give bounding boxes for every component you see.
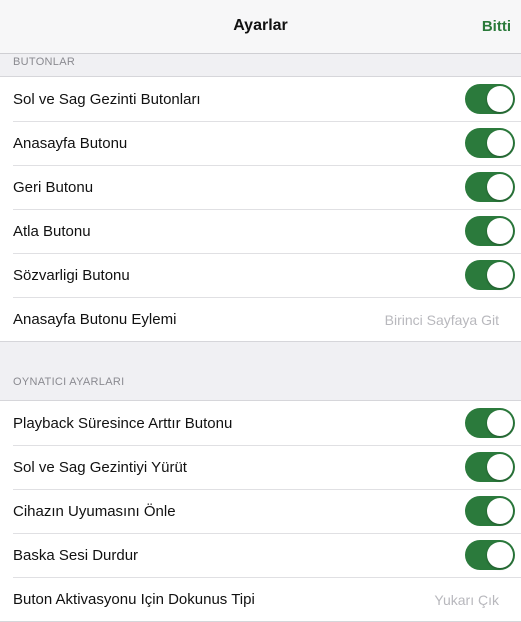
setting-row-back-button: Geri Butonu xyxy=(0,165,521,209)
setting-row-play-navigation: Sol ve Sag Gezintiyi Yürüt xyxy=(0,445,521,489)
home-button-toggle[interactable] xyxy=(465,128,515,158)
toggle-knob xyxy=(487,498,513,524)
toggle-knob xyxy=(487,410,513,436)
setting-label: Atla Butonu xyxy=(13,223,91,240)
done-button[interactable]: Bitti xyxy=(482,18,511,35)
home-action-value: Birinci Sayfaya Git xyxy=(384,312,499,328)
setting-label: Buton Aktivasyonu Için Dokunus Tipi xyxy=(13,591,255,608)
stop-other-audio-toggle[interactable] xyxy=(465,540,515,570)
toggle-knob xyxy=(487,174,513,200)
setting-row-home-button: Anasayfa Butonu xyxy=(0,121,521,165)
setting-label: Geri Butonu xyxy=(13,179,94,196)
back-button-toggle[interactable] xyxy=(465,172,515,202)
setting-label: Sözvarligi Butonu xyxy=(13,267,130,284)
setting-label: Anasayfa Butonu xyxy=(13,135,128,152)
setting-label: Playback Süresince Arttır Butonu xyxy=(13,415,233,432)
toggle-knob xyxy=(487,262,513,288)
toggle-knob xyxy=(487,130,513,156)
setting-row-nav-buttons: Sol ve Sag Gezinti Butonları xyxy=(0,77,521,121)
playback-increase-toggle[interactable] xyxy=(465,408,515,438)
touch-type-value: Yukarı Çık xyxy=(434,592,499,608)
setting-row-stop-other-audio: Baska Sesi Durdur xyxy=(0,533,521,577)
toggle-knob xyxy=(487,454,513,480)
section-header-buttons: BUTONLAR xyxy=(13,56,76,68)
player-settings-group: Playback Süresince Arttır Butonu Sol ve … xyxy=(0,400,521,622)
nav-buttons-toggle[interactable] xyxy=(465,84,515,114)
setting-label: Anasayfa Butonu Eylemi xyxy=(13,311,177,328)
setting-label: Cihazın Uyumasını Önle xyxy=(13,503,176,520)
setting-row-home-action[interactable]: Anasayfa Butonu Eylemi Birinci Sayfaya G… xyxy=(0,297,521,341)
toggle-knob xyxy=(487,542,513,568)
skip-button-toggle[interactable] xyxy=(465,216,515,246)
setting-label: Sol ve Sag Gezinti Butonları xyxy=(13,91,201,108)
vocabulary-button-toggle[interactable] xyxy=(465,260,515,290)
navigation-bar: Ayarlar Bitti xyxy=(0,0,521,54)
toggle-knob xyxy=(487,86,513,112)
setting-row-prevent-sleep: Cihazın Uyumasını Önle xyxy=(0,489,521,533)
setting-row-touch-type[interactable]: Buton Aktivasyonu Için Dokunus Tipi Yuka… xyxy=(0,577,521,621)
setting-row-skip-button: Atla Butonu xyxy=(0,209,521,253)
prevent-sleep-toggle[interactable] xyxy=(465,496,515,526)
setting-label: Sol ve Sag Gezintiyi Yürüt xyxy=(13,459,187,476)
setting-row-vocabulary-button: Sözvarligi Butonu xyxy=(0,253,521,297)
setting-label: Baska Sesi Durdur xyxy=(13,547,139,564)
setting-row-playback-increase: Playback Süresince Arttır Butonu xyxy=(0,401,521,445)
buttons-settings-group: Sol ve Sag Gezinti Butonları Anasayfa Bu… xyxy=(0,76,521,342)
section-header-player: OYNATICI AYARLARI xyxy=(13,376,125,388)
play-navigation-toggle[interactable] xyxy=(465,452,515,482)
page-title: Ayarlar xyxy=(233,17,288,34)
toggle-knob xyxy=(487,218,513,244)
